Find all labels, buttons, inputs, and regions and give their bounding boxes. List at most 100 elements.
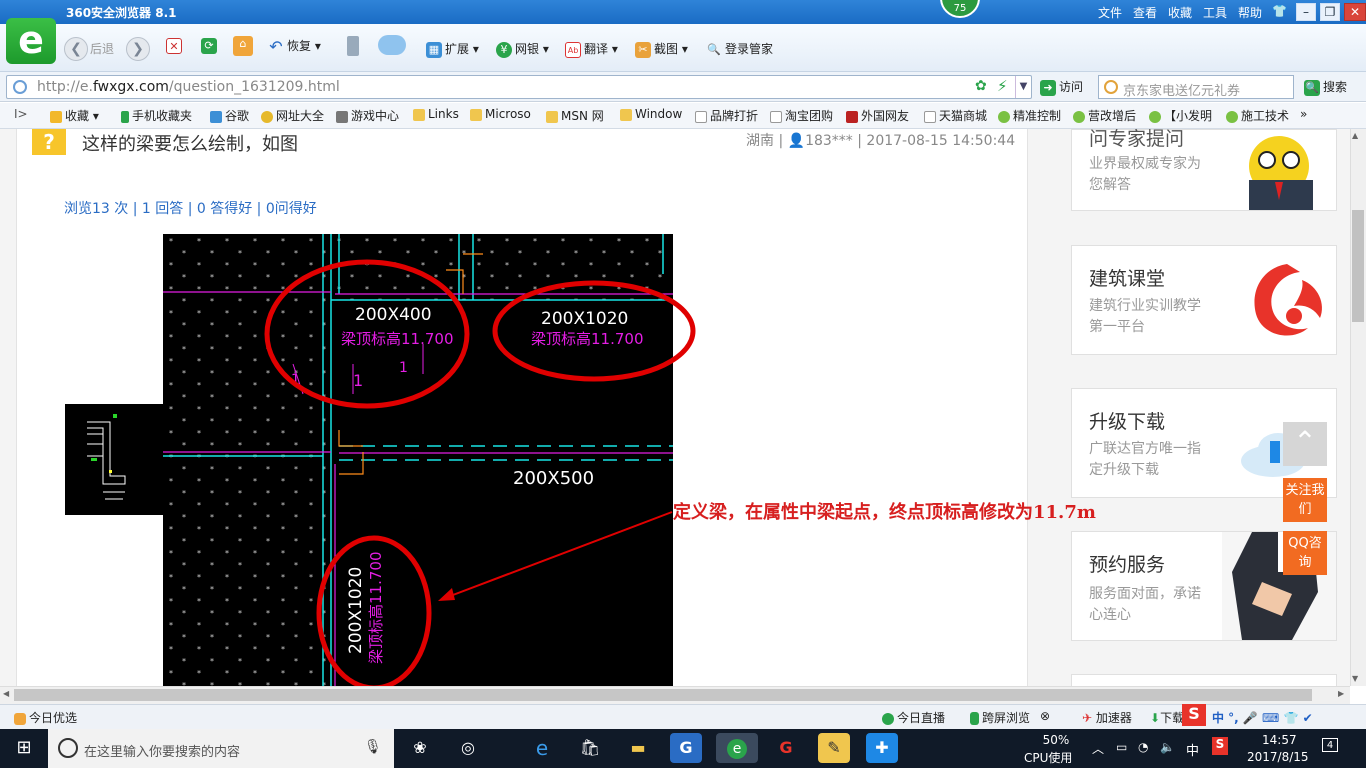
tray-date[interactable]: 2017/8/15 bbox=[1247, 750, 1309, 764]
loading-icon[interactable]: ✿ bbox=[975, 78, 987, 94]
login-manager-button[interactable]: 🔍 登录管家 bbox=[706, 40, 773, 58]
bookmark-brand-discount[interactable]: 品牌打折 bbox=[695, 107, 758, 124]
glodon-app-icon-2[interactable]: G bbox=[770, 733, 802, 763]
cad-label-200x1020-vertical-elevation: 梁顶标高11.700 bbox=[367, 552, 385, 665]
close-window-button[interactable]: ✕ bbox=[1344, 3, 1366, 21]
bookmark-tmall[interactable]: 天猫商城 bbox=[924, 107, 987, 124]
bookmark-favorites[interactable]: 收藏 ▾ bbox=[50, 107, 99, 124]
notes-app-icon[interactable]: ✎ bbox=[818, 733, 850, 763]
lightning-icon[interactable]: ⚡ bbox=[997, 77, 1008, 95]
cloud-icon[interactable] bbox=[378, 35, 409, 55]
sidebar-card-expert[interactable]: 问专家提问 业界最权威专家为您解答 bbox=[1071, 128, 1337, 211]
tray-wifi-icon[interactable]: ◔ bbox=[1138, 740, 1148, 754]
menu-view[interactable]: 查看 bbox=[1133, 4, 1157, 21]
bookmark-links[interactable]: Links bbox=[413, 107, 459, 121]
bank-button[interactable]: ¥ 网银 ▾ bbox=[496, 40, 549, 58]
menu-favorites[interactable]: 收藏 bbox=[1168, 4, 1192, 21]
glodon-app-icon[interactable]: G bbox=[670, 733, 702, 763]
menu-file[interactable]: 文件 bbox=[1098, 4, 1122, 21]
tray-sogou-icon[interactable]: S bbox=[1212, 737, 1228, 755]
cad-label-200x1020-top-elevation: 梁顶标高11.700 bbox=[531, 330, 644, 348]
taskview-app-icon[interactable]: ❀ bbox=[404, 733, 436, 763]
extend-button[interactable]: ▦ 扩展 ▾ bbox=[426, 40, 479, 58]
translate-button[interactable]: Ab 翻译 ▾ bbox=[565, 40, 618, 58]
bookmark-msn[interactable]: MSN 网 bbox=[546, 107, 604, 124]
question-user[interactable]: 183*** bbox=[805, 133, 853, 149]
restore-button[interactable]: ↶ 恢复 ▾ bbox=[268, 37, 321, 55]
bookmark-microsoft[interactable]: Microso bbox=[470, 107, 531, 121]
browser-logo-icon[interactable]: e bbox=[6, 18, 56, 64]
tray-time[interactable]: 14:57 bbox=[1262, 733, 1297, 747]
minimize-button[interactable]: – bbox=[1296, 3, 1316, 21]
tray-chevron-up-icon[interactable]: ︿ bbox=[1092, 740, 1104, 757]
microphone-icon[interactable]: 🎙 bbox=[364, 739, 382, 755]
record-icon[interactable]: ⊗ bbox=[1040, 709, 1050, 723]
url-text[interactable]: http://e.fwxgx.com/question_1631209.html bbox=[37, 79, 340, 95]
download-button[interactable]: ⬇下载 bbox=[1150, 709, 1184, 726]
sogou-ime-icon[interactable]: S bbox=[1182, 704, 1206, 726]
back-icon[interactable]: ❮ bbox=[64, 37, 88, 61]
store-app-icon[interactable]: 🛍 bbox=[574, 733, 606, 763]
address-bar[interactable]: http://e.fwxgx.com/question_1631209.html… bbox=[6, 75, 1032, 99]
back-to-top-icon[interactable]: ⌃ bbox=[1283, 422, 1327, 466]
bookmark-sites[interactable]: 网址大全 bbox=[261, 107, 324, 124]
cad-mark-1a: 1 bbox=[353, 371, 363, 390]
360-browser-app-icon[interactable]: e bbox=[716, 733, 758, 763]
restore-window-button[interactable]: ❐ bbox=[1320, 3, 1340, 21]
ime-status-bar[interactable]: 中 °, 🎤 ⌨ 👕 ✔ bbox=[1212, 709, 1313, 726]
go-button[interactable]: ➜ 访问 bbox=[1040, 78, 1083, 96]
bookmarks-more[interactable]: » bbox=[1300, 107, 1307, 121]
question-stats[interactable]: 浏览13 次 | 1 回答 | 0 答得好 | 0问得好 bbox=[64, 198, 317, 218]
bookmark-games[interactable]: 游戏中心 bbox=[336, 107, 399, 124]
search-button[interactable]: 🔍 搜索 bbox=[1304, 78, 1347, 96]
follow-us-button[interactable]: 关注我们 bbox=[1283, 478, 1327, 522]
edge-app-icon[interactable]: e bbox=[526, 733, 558, 763]
bookmark-mobile[interactable]: 手机收藏夹 bbox=[121, 107, 192, 124]
search-engine-icon bbox=[1104, 80, 1118, 94]
card-desc-course: 建筑行业实训教学第一平台 bbox=[1089, 298, 1201, 335]
vertical-scroll-thumb[interactable] bbox=[1352, 210, 1364, 322]
notification-center-icon[interactable]: 4 bbox=[1322, 738, 1338, 752]
shirt-icon[interactable]: 👕 bbox=[1272, 4, 1287, 18]
menu-tools[interactable]: 工具 bbox=[1203, 4, 1227, 21]
scroll-down-icon[interactable]: ▼ bbox=[1352, 674, 1358, 683]
windows-start-icon[interactable]: ⊞ bbox=[8, 733, 40, 763]
search-input[interactable]: 京东家电送亿元礼券 bbox=[1098, 75, 1294, 99]
scroll-left-icon[interactable]: ◀ bbox=[3, 689, 9, 698]
live-button[interactable]: 今日直播 bbox=[882, 709, 945, 726]
home-icon[interactable]: ⌂ bbox=[233, 36, 256, 56]
sidebar-card-course[interactable]: 建筑课堂 建筑行业实训教学第一平台 bbox=[1071, 245, 1337, 355]
scroll-up-icon[interactable]: ▲ bbox=[1352, 131, 1358, 140]
sidebar-toggle-icon[interactable]: I> bbox=[14, 107, 28, 121]
today-picks-button[interactable]: 今日优选 bbox=[14, 709, 77, 726]
bookmark-taobao[interactable]: 淘宝团购 bbox=[770, 107, 833, 124]
accelerator-button[interactable]: ✈ 加速器 bbox=[1082, 709, 1132, 726]
bookmark-foreign[interactable]: 外国网友 bbox=[846, 107, 909, 124]
taskbar-search-input[interactable]: 在这里输入你要搜索的内容 🎙 bbox=[48, 729, 394, 768]
globe-icon bbox=[13, 80, 27, 94]
tray-battery-icon[interactable]: ▭ bbox=[1116, 740, 1127, 754]
cross-screen-button[interactable]: 跨屏浏览 bbox=[970, 709, 1030, 726]
plus-app-icon[interactable]: ✚ bbox=[866, 733, 898, 763]
chevron-down-icon[interactable]: ▼ bbox=[1015, 76, 1031, 98]
refresh-icon[interactable]: ⟳ bbox=[201, 38, 220, 54]
tray-ime[interactable]: 中 bbox=[1186, 740, 1199, 759]
bookmark-google[interactable]: 谷歌 bbox=[210, 107, 249, 124]
browser-app-icon[interactable]: ◎ bbox=[452, 733, 484, 763]
scroll-right-icon[interactable]: ▶ bbox=[1338, 689, 1344, 698]
bookmark-windows[interactable]: Window bbox=[620, 107, 682, 121]
screenshot-button[interactable]: ✂ 截图 ▾ bbox=[635, 40, 688, 58]
qq-consult-button[interactable]: QQ咨询 bbox=[1283, 531, 1327, 575]
menu-help[interactable]: 帮助 bbox=[1238, 4, 1262, 21]
phone-icon[interactable] bbox=[347, 36, 362, 56]
back-button[interactable]: 后退 bbox=[90, 40, 114, 57]
bookmark-invention[interactable]: 【小发明 bbox=[1149, 107, 1212, 124]
bookmark-precise-control[interactable]: 精准控制 bbox=[998, 107, 1061, 124]
bookmark-vat-reform[interactable]: 营改增后 bbox=[1073, 107, 1136, 124]
explorer-app-icon[interactable]: ▬ bbox=[622, 733, 654, 763]
forward-icon[interactable]: ❯ bbox=[126, 37, 150, 61]
bookmark-construction[interactable]: 施工技术 bbox=[1226, 107, 1289, 124]
tray-volume-icon[interactable]: 🔈 bbox=[1160, 740, 1175, 754]
horizontal-scroll-thumb[interactable] bbox=[14, 689, 1312, 701]
stop-icon[interactable]: ✕ bbox=[166, 38, 185, 54]
